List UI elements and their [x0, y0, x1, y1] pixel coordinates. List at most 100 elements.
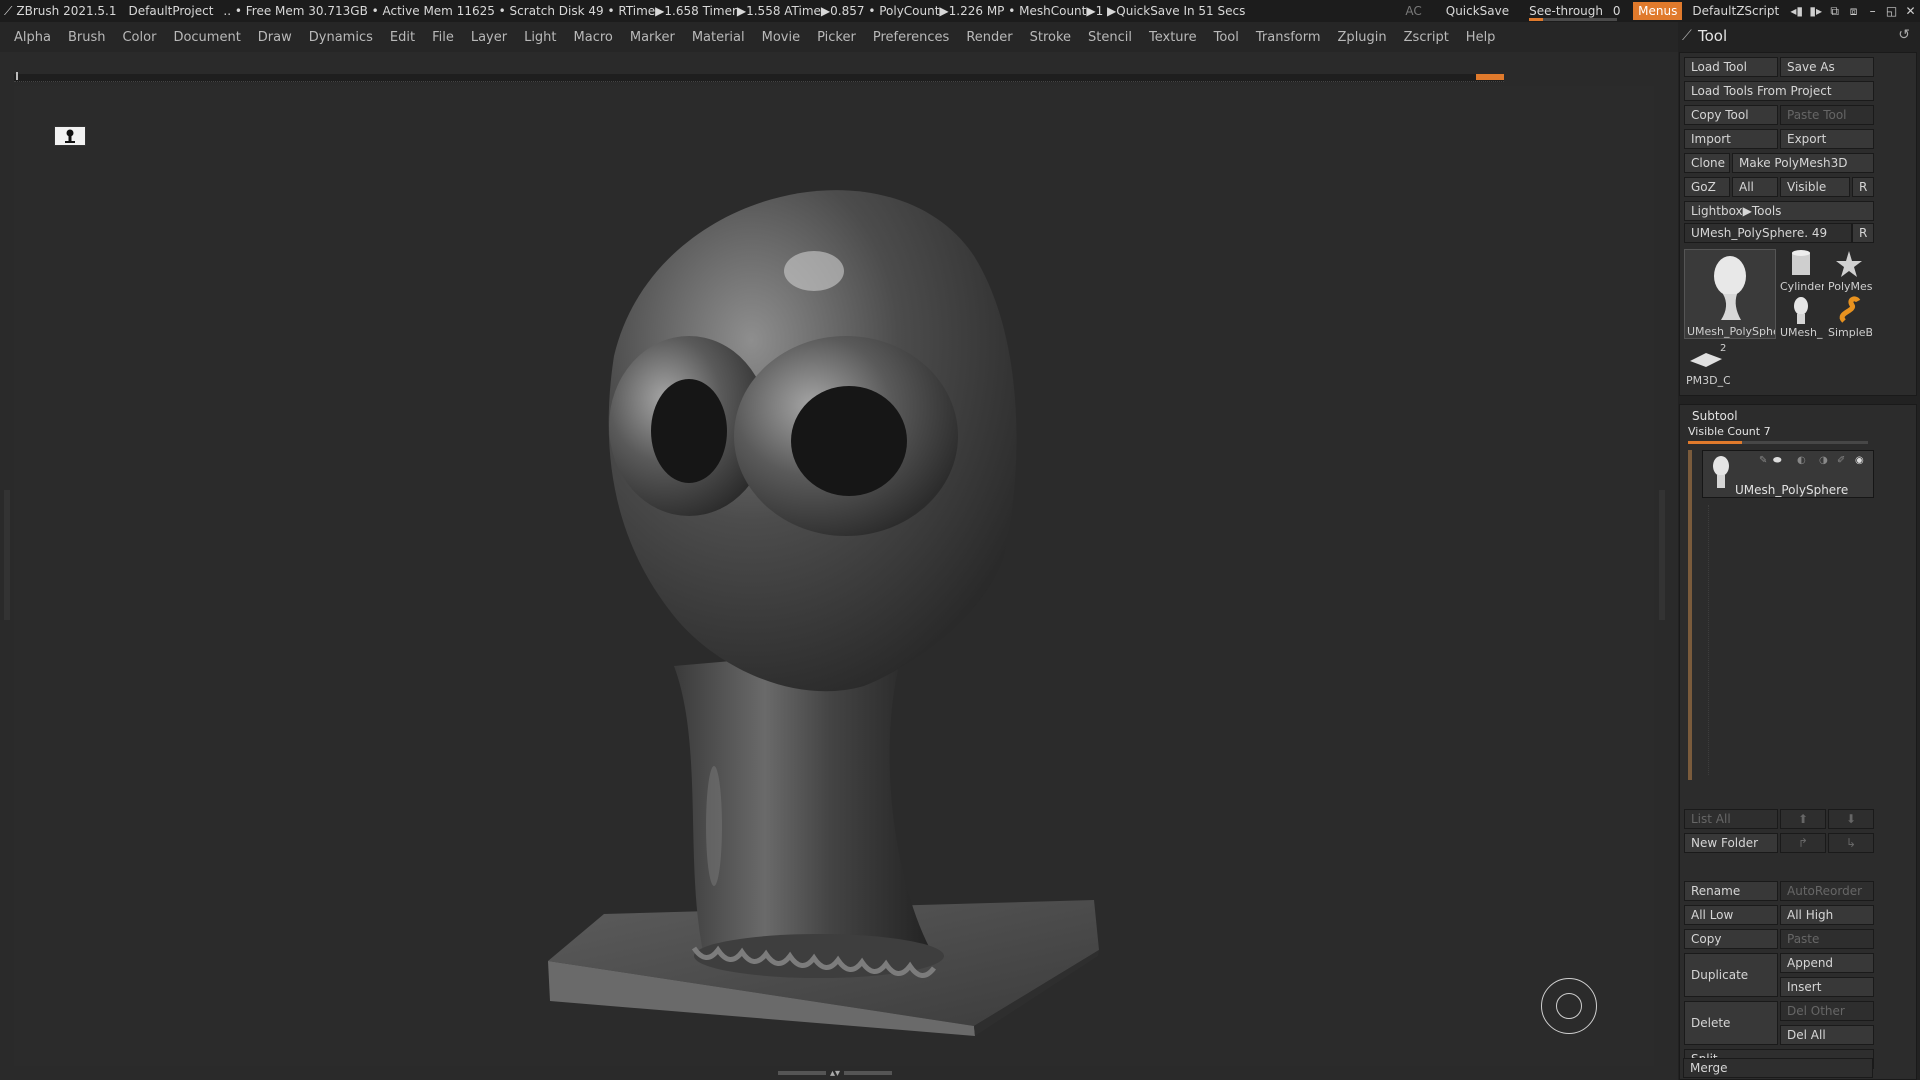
copy-button[interactable]: Copy: [1684, 929, 1778, 949]
move-down-button[interactable]: ⬇: [1828, 809, 1874, 829]
menu-item[interactable]: Stencil: [1088, 30, 1132, 45]
subtool-pen-icon[interactable]: ✐: [1837, 455, 1845, 466]
goz-visible-button[interactable]: Visible: [1780, 177, 1850, 197]
goz-r-button[interactable]: R: [1852, 177, 1874, 197]
right-tray-handle[interactable]: [1659, 490, 1665, 620]
load-tool-button[interactable]: Load Tool: [1684, 57, 1778, 77]
move-out-folder-button[interactable]: ↳: [1828, 833, 1874, 853]
goz-all-button[interactable]: All: [1732, 177, 1778, 197]
subtool-item[interactable]: ✎ ⬬ ◐ ◑ ✐ ◉ UMesh_PolySphere: [1702, 450, 1874, 498]
menu-item[interactable]: Document: [173, 30, 240, 45]
export-button[interactable]: Export: [1780, 129, 1874, 149]
all-high-button[interactable]: All High: [1780, 905, 1874, 925]
menu-item[interactable]: Layer: [471, 30, 507, 45]
goz-button[interactable]: GoZ: [1684, 177, 1730, 197]
current-tool-slider[interactable]: UMesh_PolySphere. 49: [1684, 223, 1852, 243]
tool-thumb-simplebrush[interactable]: SimpleBrush: [1826, 295, 1872, 339]
insert-button[interactable]: Insert: [1780, 977, 1874, 997]
menu-item[interactable]: Edit: [390, 30, 415, 45]
layout-prev-icon[interactable]: ◂▮: [1787, 4, 1806, 18]
close-icon[interactable]: ✕: [1901, 4, 1920, 18]
load-tools-from-project-button[interactable]: Load Tools From Project: [1684, 81, 1874, 101]
menu-item[interactable]: Picker: [817, 30, 856, 45]
subtool-mode-icon[interactable]: ◑: [1819, 455, 1828, 466]
append-button[interactable]: Append: [1780, 953, 1874, 973]
menu-item[interactable]: Render: [966, 30, 1012, 45]
restore-icon[interactable]: ◱: [1882, 4, 1901, 18]
tool-thumb-polysphere[interactable]: UMesh_PolySphere: [1684, 249, 1776, 339]
project-name[interactable]: DefaultProject: [129, 4, 214, 18]
import-button[interactable]: Import: [1684, 129, 1778, 149]
menu-item[interactable]: Color: [122, 30, 156, 45]
bottom-tray-handle[interactable]: ▴▾: [770, 1068, 900, 1079]
menu-item[interactable]: Brush: [68, 30, 106, 45]
move-to-folder-button[interactable]: ↱: [1780, 833, 1826, 853]
see-through-slider[interactable]: See-through 0: [1529, 4, 1620, 21]
new-folder-button[interactable]: New Folder: [1684, 833, 1778, 853]
menu-item[interactable]: Material: [692, 30, 745, 45]
menu-item[interactable]: Macro: [574, 30, 613, 45]
menu-item[interactable]: Dynamics: [309, 30, 373, 45]
clone-button[interactable]: Clone: [1684, 153, 1730, 173]
expand-tray-icon[interactable]: ▴▾: [830, 1068, 840, 1079]
merge-button[interactable]: Merge: [1683, 1058, 1873, 1078]
subtool-eye-icon[interactable]: ◉: [1855, 455, 1864, 466]
copy-tool-button[interactable]: Copy Tool: [1684, 105, 1778, 125]
menu-item[interactable]: Transform: [1256, 30, 1321, 45]
menu-item[interactable]: Preferences: [873, 30, 949, 45]
menu-item[interactable]: Texture: [1149, 30, 1197, 45]
quicksave-button[interactable]: QuickSave: [1442, 4, 1513, 18]
move-up-button[interactable]: ⬆: [1780, 809, 1826, 829]
list-all-button[interactable]: List All: [1684, 809, 1778, 829]
tool-panel-title[interactable]: Tool: [1698, 27, 1727, 45]
tool-thumb-polymesh[interactable]: PolyMesh3D: [1826, 249, 1872, 293]
minimize-icon[interactable]: –: [1863, 4, 1882, 18]
make-polymesh3d-button[interactable]: Make PolyMesh3D: [1732, 153, 1874, 173]
ac-label[interactable]: AC: [1405, 4, 1421, 18]
menu-item[interactable]: Tool: [1214, 30, 1239, 45]
paste-tool-button[interactable]: Paste Tool: [1780, 105, 1874, 125]
menu-item[interactable]: Light: [524, 30, 556, 45]
menu-item[interactable]: Movie: [762, 30, 800, 45]
menu-item[interactable]: Draw: [258, 30, 292, 45]
subtool-scrollbar[interactable]: [1688, 450, 1692, 780]
document-canvas[interactable]: [14, 86, 1654, 1066]
tool-thumb-pm3d[interactable]: 2 PM3D_C: [1684, 343, 1730, 387]
duplicate-button[interactable]: Duplicate: [1684, 953, 1778, 997]
del-all-button[interactable]: Del All: [1780, 1025, 1874, 1045]
menu-item[interactable]: Zplugin: [1338, 30, 1387, 45]
menus-button[interactable]: Menus: [1633, 2, 1683, 20]
delete-button[interactable]: Delete: [1684, 1001, 1778, 1045]
window-layout-icon[interactable]: ⧉: [1825, 4, 1844, 19]
timeline-track[interactable]: [14, 72, 1504, 82]
tool-thumb-cylinder[interactable]: Cylinder3D: [1778, 249, 1824, 293]
menu-item[interactable]: File: [432, 30, 454, 45]
save-as-button[interactable]: Save As: [1780, 57, 1874, 77]
autoreorder-button[interactable]: AutoReorder: [1780, 881, 1874, 901]
menu-item[interactable]: Help: [1466, 30, 1496, 45]
menu-item[interactable]: Zscript: [1404, 30, 1449, 45]
navigation-gizmo[interactable]: [1541, 978, 1597, 1034]
lightbox-tools-button[interactable]: Lightbox▶Tools: [1684, 201, 1874, 221]
subtool-title[interactable]: Subtool: [1692, 409, 1738, 423]
del-other-button[interactable]: Del Other: [1780, 1001, 1874, 1021]
menu-item[interactable]: Stroke: [1030, 30, 1071, 45]
pin-icon[interactable]: ⟋: [1682, 28, 1692, 44]
menu-item[interactable]: Marker: [630, 30, 675, 45]
reset-icon[interactable]: ↺: [1898, 27, 1910, 43]
paste-button[interactable]: Paste: [1780, 929, 1874, 949]
subtool-brush-icon[interactable]: ✎: [1759, 455, 1767, 466]
left-tray-handle[interactable]: [4, 490, 10, 620]
rename-button[interactable]: Rename: [1684, 881, 1778, 901]
current-tool-r-button[interactable]: R: [1852, 223, 1874, 243]
visible-count-slider[interactable]: [1688, 441, 1868, 444]
timeline-marker[interactable]: [1476, 74, 1504, 80]
layout-next-icon[interactable]: ▮▸: [1806, 4, 1825, 18]
menu-item[interactable]: Alpha: [14, 30, 51, 45]
window-swap-icon[interactable]: ⧈: [1844, 4, 1863, 19]
script-name[interactable]: DefaultZScript: [1688, 4, 1783, 18]
tool-thumb-umesh[interactable]: UMesh_: [1778, 295, 1824, 339]
subtool-polypaint-icon[interactable]: ◐: [1797, 455, 1806, 466]
subtool-toggle-icon[interactable]: ⬬: [1773, 455, 1782, 466]
all-low-button[interactable]: All Low: [1684, 905, 1778, 925]
